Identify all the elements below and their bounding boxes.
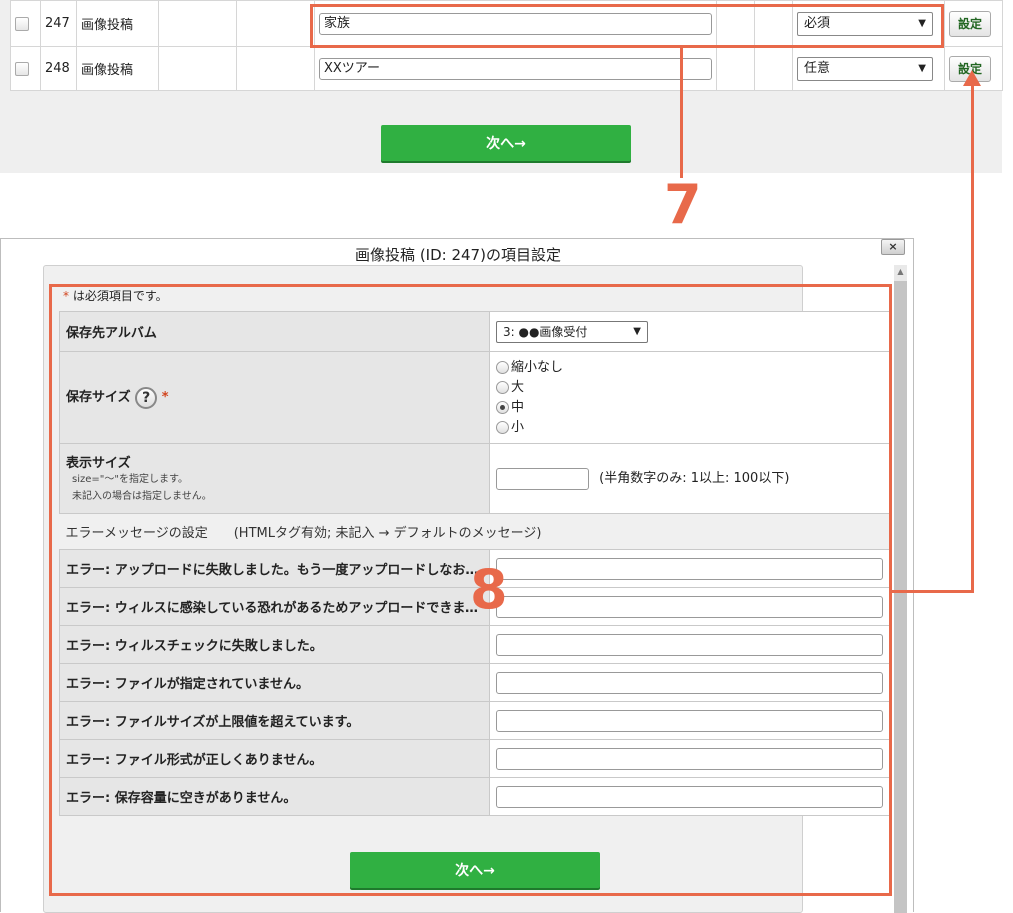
annotation-arrow-icon: [963, 70, 981, 86]
annotation-number-8: 8: [470, 558, 508, 621]
row-type: 画像投稿: [76, 0, 159, 47]
row-checkbox[interactable]: [15, 61, 29, 76]
scrollbar-thumb[interactable]: [894, 281, 907, 913]
annotation-connector-7: [680, 48, 683, 178]
row-id: 247: [40, 0, 77, 47]
dropdown-arrow-icon: ▼: [918, 62, 926, 74]
table-row: 248 画像投稿 XXツアー 任意 ▼ 設定: [10, 46, 1003, 91]
item-name-input[interactable]: XXツアー: [319, 57, 712, 80]
settings-button[interactable]: 設定: [949, 10, 991, 37]
annotation-connector-8: [971, 84, 974, 593]
row-id: 248: [40, 46, 77, 91]
row-type: 画像投稿: [76, 46, 159, 91]
scroll-up-icon[interactable]: ▲: [894, 267, 907, 279]
annotation-number-7: 7: [664, 173, 702, 236]
row-checkbox[interactable]: [15, 16, 29, 31]
required-value: 任意: [804, 60, 831, 76]
annotation-box-7: [310, 4, 944, 48]
annotation-connector-8: [892, 590, 974, 593]
required-select[interactable]: 任意 ▼: [797, 56, 933, 81]
next-button-top[interactable]: 次へ→: [381, 125, 631, 161]
close-icon[interactable]: ×: [881, 239, 905, 255]
dialog-title: 画像投稿 (ID: 247)の項目設定: [355, 246, 561, 264]
